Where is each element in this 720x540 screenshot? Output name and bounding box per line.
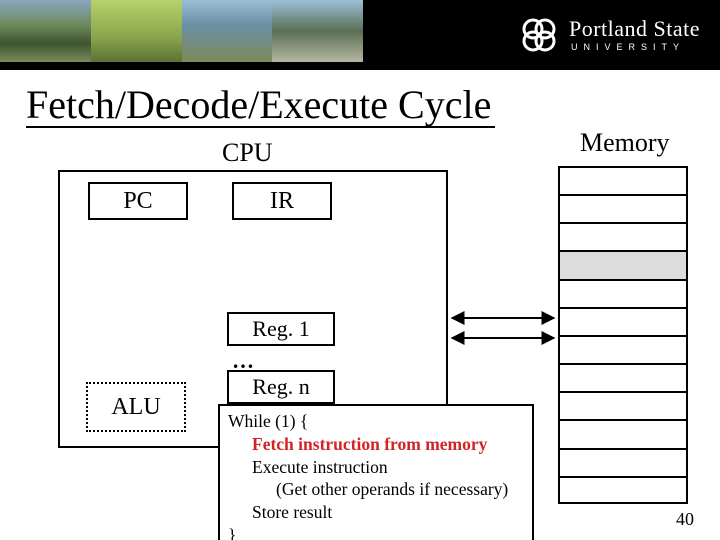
ir-register: IR (232, 182, 332, 220)
code-line: (Get other operands if necessary) (228, 478, 524, 501)
header-banner: Portland State UNIVERSITY (0, 0, 720, 70)
code-line: Store result (228, 501, 524, 524)
cpu-label: CPU (222, 138, 273, 168)
university-logo: Portland State UNIVERSITY (519, 8, 700, 62)
slide-title: Fetch/Decode/Execute Cycle (26, 84, 495, 128)
slide-number: 40 (676, 509, 694, 530)
memory-row-highlighted (560, 252, 686, 280)
university-subline: UNIVERSITY (569, 43, 700, 52)
memory-box (558, 166, 688, 504)
interlock-icon (519, 15, 559, 55)
banner-photo-strip (0, 0, 363, 70)
register-n: Reg. n (227, 370, 335, 404)
code-line-fetch: Fetch instruction from memory (228, 433, 524, 456)
pseudocode-box: While (1) { Fetch instruction from memor… (218, 404, 534, 540)
university-name: Portland State (569, 18, 700, 40)
code-line: While (1) { (228, 410, 524, 433)
code-line: } (228, 524, 524, 540)
pc-register: PC (88, 182, 188, 220)
code-line: Execute instruction (228, 456, 524, 479)
memory-label: Memory (580, 128, 670, 158)
register-1: Reg. 1 (227, 312, 335, 346)
alu-box: ALU (86, 382, 186, 432)
